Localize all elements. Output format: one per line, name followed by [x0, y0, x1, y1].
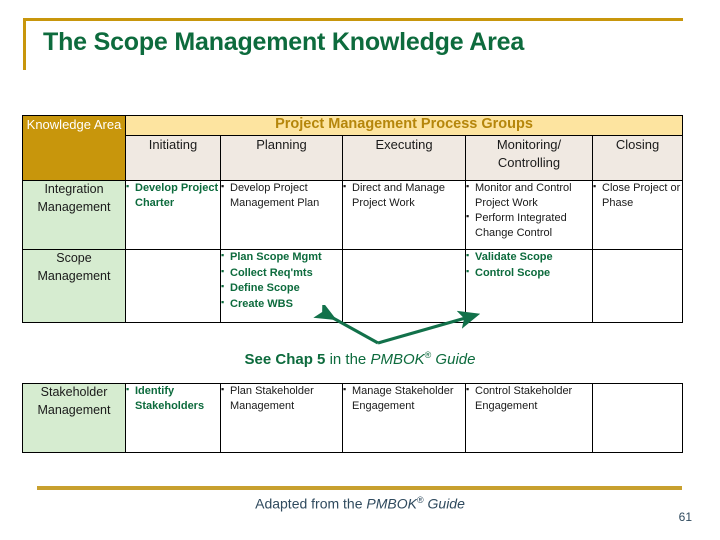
- process-list-item: Close Project or Phase: [593, 180, 682, 210]
- process-list-item: Plan Scope Mgmt: [221, 249, 342, 265]
- page-number: 61: [678, 510, 692, 524]
- chapter-reference-pmbok: PMBOK: [370, 351, 425, 368]
- footer-divider: [37, 486, 682, 490]
- process-list-item: Control Stakeholder Engagement: [466, 383, 592, 413]
- process-list-item: Create WBS: [221, 296, 342, 312]
- row-label-integration-management: Integration Management: [22, 180, 126, 250]
- cell-scope-initiating: [125, 249, 221, 323]
- process-list: Plan Scope MgmtCollect Req'mtsDefine Sco…: [221, 249, 342, 312]
- process-list: Monitor and Control Project WorkPerform …: [466, 180, 592, 240]
- process-list-item: Monitor and Control Project Work: [466, 180, 592, 210]
- chapter-reference-note: See Chap 5 in the PMBOK® Guide: [0, 350, 720, 368]
- process-list-item: Plan Stakeholder Management: [221, 383, 342, 413]
- process-list-item: Develop Project Management Plan: [221, 180, 342, 210]
- process-list-item: Identify Stakeholders: [126, 383, 220, 413]
- process-list-item: Manage Stakeholder Engagement: [343, 383, 465, 413]
- table-row: Scope Management Plan Scope MgmtCollect …: [22, 249, 684, 323]
- process-groups-banner: Project Management Process Groups: [124, 115, 684, 136]
- cell-stakeholder-initiating: Identify Stakeholders: [125, 383, 221, 453]
- table-row: Stakeholder Management Identify Stakehol…: [22, 383, 683, 453]
- footer-credit-guide: Guide: [423, 495, 465, 512]
- process-list-item: Validate Scope: [466, 249, 592, 265]
- footer-credit-prefix: Adapted from the: [255, 495, 367, 512]
- process-list: Validate ScopeControl Scope: [466, 249, 592, 281]
- page-title: The Scope Management Knowledge Area: [43, 28, 525, 56]
- process-list-item: Direct and Manage Project Work: [343, 180, 465, 210]
- process-list-item: Collect Req'mts: [221, 265, 342, 281]
- cell-stakeholder-closing: [592, 383, 683, 453]
- cell-stakeholder-planning: Plan Stakeholder Management: [220, 383, 343, 453]
- process-list: Control Stakeholder Engagement: [466, 383, 592, 413]
- cell-scope-monitoring: Validate ScopeControl Scope: [465, 249, 593, 323]
- column-header-initiating: Initiating: [125, 135, 221, 181]
- process-list: Manage Stakeholder Engagement: [343, 383, 465, 413]
- row-label-stakeholder-management: Stakeholder Management: [22, 383, 126, 453]
- cell-scope-executing: [342, 249, 466, 323]
- cell-scope-closing: [591, 249, 684, 323]
- table-row: Integration Management Develop Project C…: [22, 180, 684, 250]
- process-list: Direct and Manage Project Work: [343, 180, 465, 210]
- cell-stakeholder-monitoring: Control Stakeholder Engagement: [465, 383, 593, 453]
- process-list-item: Develop Project Charter: [126, 180, 220, 210]
- footer-credit-registered-mark: ®: [416, 495, 424, 505]
- footer-credit-pmbok: PMBOK: [366, 495, 417, 512]
- column-header-monitoring-controlling: Monitoring/ Controlling: [465, 135, 593, 181]
- chapter-reference-regular: in the: [325, 351, 371, 368]
- process-list-item: Define Scope: [221, 280, 342, 296]
- footer-credit: Adapted from the PMBOK® Guide: [0, 495, 720, 512]
- process-list: Identify Stakeholders: [126, 383, 220, 413]
- knowledge-area-corner-header: Knowledge Area: [22, 115, 126, 181]
- cell-scope-planning: Plan Scope MgmtCollect Req'mtsDefine Sco…: [220, 249, 343, 323]
- row-label-scope-management: Scope Management: [22, 249, 126, 323]
- chapter-reference-guide: Guide: [431, 351, 476, 368]
- cell-integration-planning: Develop Project Management Plan: [220, 180, 343, 250]
- process-list: Plan Stakeholder Management: [221, 383, 342, 413]
- chapter-reference-bold: See Chap 5: [244, 351, 326, 368]
- column-header-planning: Planning: [220, 135, 343, 181]
- process-list-item: Perform Integrated Change Control: [466, 210, 592, 240]
- cell-stakeholder-executing: Manage Stakeholder Engagement: [342, 383, 466, 453]
- process-groups-table: Knowledge Area Project Management Proces…: [22, 115, 684, 323]
- process-list: Develop Project Charter: [126, 180, 220, 210]
- table-banner-row: Knowledge Area Project Management Proces…: [22, 115, 684, 181]
- cell-integration-monitoring: Monitor and Control Project WorkPerform …: [465, 180, 593, 250]
- title-block: The Scope Management Knowledge Area: [23, 18, 683, 70]
- title-left-rule: [23, 18, 26, 70]
- process-list: Close Project or Phase: [593, 180, 682, 210]
- column-header-closing: Closing: [591, 135, 684, 181]
- process-list: Develop Project Management Plan: [221, 180, 342, 210]
- process-list-item: Control Scope: [466, 265, 592, 281]
- title-top-rule: [23, 18, 683, 21]
- cell-integration-closing: Close Project or Phase: [591, 180, 684, 250]
- column-header-executing: Executing: [342, 135, 466, 181]
- cell-integration-initiating: Develop Project Charter: [125, 180, 221, 250]
- cell-integration-executing: Direct and Manage Project Work: [342, 180, 466, 250]
- stakeholder-management-table: Stakeholder Management Identify Stakehol…: [22, 383, 683, 453]
